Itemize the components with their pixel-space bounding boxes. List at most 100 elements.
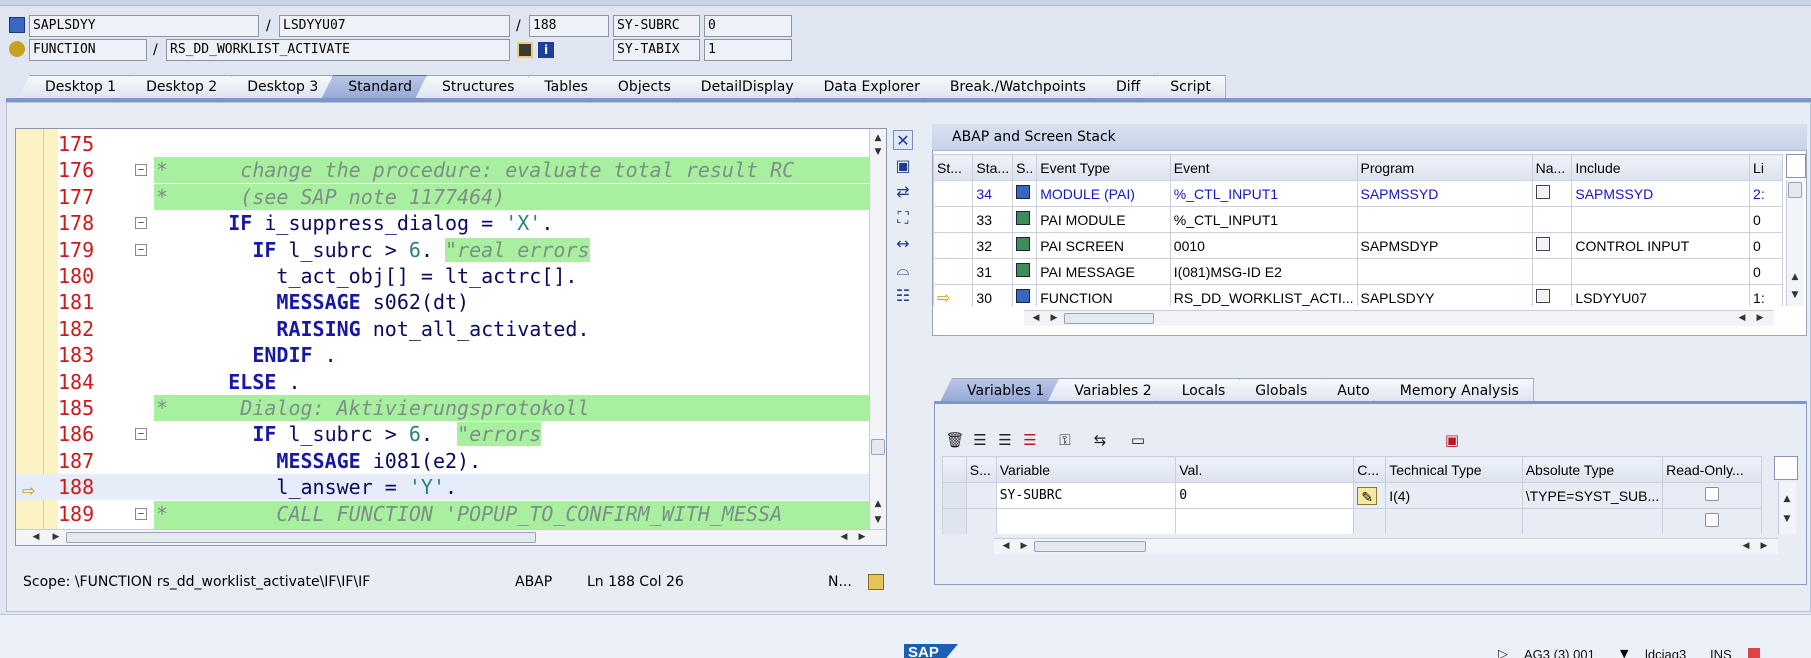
stack-column-header[interactable]: Program xyxy=(1356,154,1533,181)
tab-globals[interactable]: Globals xyxy=(1228,378,1323,402)
row-selector[interactable] xyxy=(942,482,967,509)
code-line[interactable]: 187 MESSAGE i081(e2). xyxy=(16,448,869,474)
settings-icon[interactable]: ☷ xyxy=(893,286,913,306)
tab-detaildisplay[interactable]: DetailDisplay xyxy=(673,75,809,99)
editor-horizontal-scrollbar[interactable]: ◀ ▶ ◀ ▶ xyxy=(16,529,886,545)
scroll-left-arrow[interactable]: ◀ xyxy=(1738,539,1754,553)
scroll-up-arrow[interactable]: ▲ xyxy=(870,131,886,145)
hscroll-thumb[interactable] xyxy=(1034,541,1146,552)
stack-row[interactable]: ⇨ 30 FUNCTION RS_DD_WORKLIST_ACTI... SAPLSDY… xyxy=(933,284,1783,306)
open-source-icon[interactable] xyxy=(1535,289,1550,303)
code-line[interactable]: 175 xyxy=(16,131,869,157)
fullscreen-icon[interactable]: ⛶ xyxy=(893,208,913,228)
collapse-icon[interactable]: − xyxy=(135,164,147,177)
tab-data-explorer[interactable]: Data Explorer xyxy=(796,75,935,99)
close-icon[interactable]: ✕ xyxy=(893,130,913,150)
variables-column-header[interactable]: Val. xyxy=(1175,456,1355,483)
object-field[interactable]: RS_DD_WORKLIST_ACTIVATE xyxy=(166,39,510,61)
stack-column-header[interactable]: S.. xyxy=(1012,154,1038,181)
list-detail-icon[interactable]: ☰ xyxy=(995,430,1015,450)
scroll-left-arrow[interactable]: ◀ xyxy=(1734,311,1750,325)
variable-row[interactable]: SY-SUBRC 0 ✎ I(4) \TYPE=SYST_SUB... xyxy=(942,482,1762,509)
tab-objects[interactable]: Objects xyxy=(590,75,686,99)
variable-value[interactable] xyxy=(1175,508,1355,534)
stack-horizontal-scrollbar[interactable]: ◀ ▶ ◀ ▶ xyxy=(1024,310,1774,326)
variables-column-header[interactable]: C... xyxy=(1353,456,1387,483)
line-field[interactable]: 188 xyxy=(529,15,609,37)
stack-column-header[interactable]: St... xyxy=(933,154,974,181)
new-breakpoint-icon[interactable]: ▣ xyxy=(893,156,913,176)
scroll-right-arrow[interactable]: ▶ xyxy=(48,530,64,544)
variable-name-input[interactable]: SY-SUBRC xyxy=(995,482,1177,509)
change-cell[interactable] xyxy=(1353,508,1387,534)
scroll-up-arrow[interactable]: ▲ xyxy=(870,497,886,511)
code-line[interactable]: 183 ENDIF . xyxy=(16,342,869,368)
save-icon[interactable]: ▣ xyxy=(1442,430,1462,450)
read-only-checkbox[interactable] xyxy=(1705,487,1720,501)
list-icon[interactable]: ☰ xyxy=(970,430,990,450)
open-source-icon[interactable] xyxy=(1535,237,1550,251)
system-info[interactable]: AG3 (3) 001 xyxy=(1524,647,1595,658)
collapse-icon[interactable]: − xyxy=(135,217,147,230)
column-layout-icon[interactable] xyxy=(1786,154,1806,178)
tab-memory-analysis[interactable]: Memory Analysis xyxy=(1372,378,1534,402)
sytabix-value[interactable]: 1 xyxy=(704,39,792,61)
scroll-down-arrow[interactable]: ▼ xyxy=(1779,512,1795,526)
scroll-left-arrow[interactable]: ◀ xyxy=(836,530,852,544)
display-object-icon[interactable] xyxy=(517,42,533,58)
tab-variables-2[interactable]: Variables 2 xyxy=(1047,378,1167,402)
code-line[interactable]: 185 * Dialog: Aktivierungsprotokoll xyxy=(16,395,869,421)
include-field[interactable]: LSDYYU07 xyxy=(279,15,510,37)
tab-desktop-2[interactable]: Desktop 2 xyxy=(119,75,233,99)
tab-variables-1[interactable]: Variables 1 xyxy=(940,378,1060,402)
notes-icon[interactable] xyxy=(868,574,884,590)
tab-tables[interactable]: Tables xyxy=(517,75,603,99)
change-cell[interactable]: ✎ xyxy=(1353,482,1387,509)
code-line[interactable]: 188 l_answer = 'Y'. ⇨ xyxy=(16,474,869,501)
chevron-down-icon[interactable]: ▼ xyxy=(1620,647,1628,658)
code-line[interactable]: 179 IF l_subrc > 6. "real errors − xyxy=(16,237,869,263)
code-editor[interactable]: 175 176 * change the procedure: evaluate t… xyxy=(15,128,887,546)
stack-row[interactable]: 32 PAI SCREEN 0010 SAPMSDYP CONTROL INPUT 0 xyxy=(933,232,1783,259)
variables-horizontal-scrollbar[interactable]: ◀ ▶ ◀ ▶ xyxy=(994,538,1778,554)
code-line[interactable]: 177 * (see SAP note 1177464) xyxy=(16,183,869,210)
tab-standard[interactable]: Standard xyxy=(321,75,427,99)
play-icon[interactable]: ▷ xyxy=(1498,647,1508,658)
code-line[interactable]: 181 MESSAGE s062(dt) xyxy=(16,289,869,315)
scroll-right-arrow[interactable]: ▶ xyxy=(854,530,870,544)
scroll-down-arrow[interactable]: ▼ xyxy=(870,513,886,527)
hscroll-thumb[interactable] xyxy=(66,532,536,543)
collapse-icon[interactable]: − xyxy=(135,428,147,441)
scroll-right-arrow[interactable]: ▶ xyxy=(1756,539,1772,553)
scroll-right-arrow[interactable]: ▶ xyxy=(1046,311,1062,325)
tab-script[interactable]: Script xyxy=(1143,75,1226,99)
editor-vertical-scrollbar[interactable]: ▲ ▼ ▲ ▼ xyxy=(869,129,886,529)
scroll-left-arrow[interactable]: ◀ xyxy=(998,539,1014,553)
stack-vertical-scrollbar[interactable]: ▲ ▼ xyxy=(1786,180,1804,306)
edit-icon[interactable]: ✎ xyxy=(1357,486,1378,505)
code-line[interactable]: 189 * CALL FUNCTION 'POPUP_TO_CONFIRM_WIT… xyxy=(16,500,869,527)
folder-icon[interactable]: ▭ xyxy=(1128,430,1148,450)
scroll-left-arrow[interactable]: ◀ xyxy=(28,530,44,544)
stack-row[interactable]: 34 MODULE (PAI) %_CTL_INPUT1 SAPMSSYD SAPMSS… xyxy=(933,180,1783,207)
hscroll-thumb[interactable] xyxy=(1064,313,1154,324)
column-layout-icon[interactable] xyxy=(1774,456,1798,480)
tab-desktop-1[interactable]: Desktop 1 xyxy=(18,75,132,99)
variable-name-input[interactable] xyxy=(995,508,1177,534)
tab-desktop-3[interactable]: Desktop 3 xyxy=(220,75,334,99)
variables-vertical-scrollbar[interactable]: ▲ ▼ xyxy=(1778,482,1796,534)
scroll-up-arrow[interactable]: ▲ xyxy=(1779,492,1795,506)
code-line[interactable]: 182 RAISING not_all_activated. xyxy=(16,316,869,342)
row-selector[interactable] xyxy=(942,508,967,534)
hierarchy-icon[interactable]: ⚿ xyxy=(1055,430,1075,450)
scroll-right-arrow[interactable]: ▶ xyxy=(1752,311,1768,325)
tab-structures[interactable]: Structures xyxy=(414,75,530,99)
code-line[interactable]: 176 * change the procedure: evaluate tota… xyxy=(16,157,869,184)
scroll-right-arrow[interactable]: ▶ xyxy=(1016,539,1032,553)
collapse-icon[interactable]: − xyxy=(135,243,147,256)
stack-column-header[interactable]: Event Type xyxy=(1036,154,1171,181)
scroll-down-arrow[interactable]: ▼ xyxy=(1787,288,1803,302)
open-source-icon[interactable] xyxy=(1535,185,1550,199)
tab-locals[interactable]: Locals xyxy=(1154,378,1241,402)
info-icon[interactable]: i xyxy=(538,42,554,58)
